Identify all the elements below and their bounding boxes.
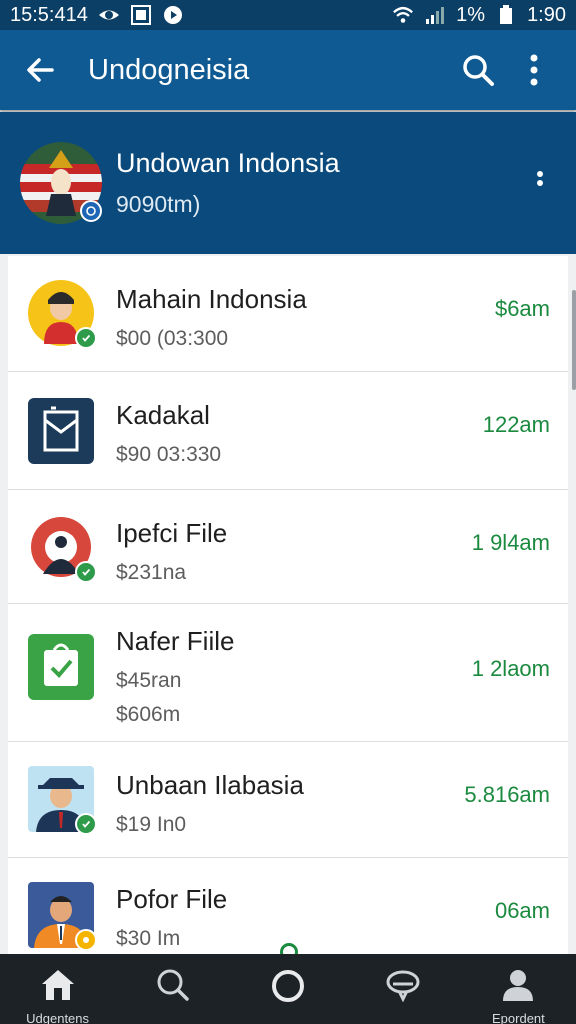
back-button[interactable] xyxy=(14,44,66,96)
more-vert-icon xyxy=(530,54,538,86)
item-title: Ipefci File xyxy=(116,518,228,548)
app-title: Undogneisia xyxy=(88,53,250,86)
star-badge-icon xyxy=(75,929,97,951)
list-item[interactable]: Kadakal $90 03:330 122am xyxy=(8,372,568,490)
chat-bubble-icon xyxy=(386,970,420,1002)
lifebuoy-icon xyxy=(28,514,97,583)
list-item[interactable]: Pofor File $30 Im 06am xyxy=(8,858,568,956)
item-title: Kadakal xyxy=(116,400,210,430)
item-title: Mahain Indonsia xyxy=(116,284,307,314)
nav-chat[interactable] xyxy=(346,954,461,1024)
item-meta: $45ran xyxy=(116,669,182,692)
nav-home-label: Udgentens xyxy=(26,1011,90,1024)
item-title: Pofor File xyxy=(116,884,228,914)
check-badge-icon xyxy=(75,813,97,835)
list-item[interactable]: Mahain Indonsia $00 (03:300 $6am xyxy=(8,256,568,372)
overflow-menu-button[interactable] xyxy=(506,44,562,96)
item-time: 122am xyxy=(482,412,550,437)
shopping-bag-icon xyxy=(28,634,94,700)
search-icon xyxy=(463,55,494,86)
person-icon xyxy=(503,970,534,1001)
search-button[interactable] xyxy=(450,44,506,96)
item-time: 5.816am xyxy=(464,782,550,807)
item-meta: $30 Im xyxy=(116,927,181,950)
notification-play-icon xyxy=(162,5,184,25)
wifi-icon xyxy=(392,5,414,25)
document-app-icon xyxy=(28,398,94,464)
profile-more-button[interactable] xyxy=(520,158,560,208)
arrow-back-icon xyxy=(27,58,54,82)
item-title: Unbaan Ilabasia xyxy=(116,770,304,800)
item-time: 1 2laom xyxy=(471,656,550,681)
more-vert-icon xyxy=(537,171,543,186)
signal-icon xyxy=(424,5,446,25)
item-meta: $19 In0 xyxy=(116,813,187,836)
list-item[interactable]: Nafer Fiile $45ran $606m 1 2laom xyxy=(8,604,568,742)
list-item[interactable]: Ipefci File $231na 1 9l4am xyxy=(8,490,568,604)
person-suit-icon xyxy=(28,882,97,951)
person-avatar-icon xyxy=(28,280,97,349)
search-icon xyxy=(157,969,189,1001)
nav-home[interactable]: Udgentens xyxy=(0,954,115,1024)
check-badge-icon xyxy=(75,561,97,583)
notification-gallery-icon xyxy=(130,5,152,25)
person-hat-icon xyxy=(28,766,97,835)
profile-subtitle: 9090tm) xyxy=(116,191,201,217)
status-time-left: 15:5:414 xyxy=(10,3,88,26)
app-bar: Undogneisia xyxy=(0,30,576,110)
nav-search[interactable] xyxy=(115,954,230,1024)
avatar[interactable] xyxy=(20,142,102,224)
item-title: Nafer Fiile xyxy=(116,626,235,656)
item-meta: $00 (03:300 xyxy=(116,327,229,350)
file-list: Mahain Indonsia $00 (03:300 $6am Kadakal… xyxy=(8,256,568,956)
item-meta-secondary: $606m xyxy=(116,703,181,726)
bottom-navigation: Udgentens Epordent xyxy=(0,954,576,1024)
list-item[interactable]: Unbaan Ilabasia $19 In0 5.816am xyxy=(8,742,568,858)
item-time: 1 9l4am xyxy=(471,530,550,555)
nav-circle[interactable] xyxy=(230,954,345,1024)
item-time: 06am xyxy=(494,898,550,923)
nav-profile-label: Epordent xyxy=(492,1011,545,1024)
scrollbar[interactable] xyxy=(572,290,576,390)
status-bar: 15:5:414 1% 1:90 xyxy=(0,0,576,30)
battery-icon xyxy=(495,5,517,25)
item-meta: $90 03:330 xyxy=(116,443,222,466)
verified-badge-icon xyxy=(80,200,102,222)
home-icon xyxy=(41,970,74,1000)
circle-icon xyxy=(272,970,304,1002)
profile-header[interactable]: Undowan Indonsia 9090tm) xyxy=(0,112,576,254)
profile-name: Undowan Indonsia xyxy=(116,148,340,178)
status-time-right: 1:90 xyxy=(527,3,566,26)
check-badge-icon xyxy=(75,327,97,349)
item-meta: $231na xyxy=(116,561,187,584)
battery-percent: 1% xyxy=(456,3,486,26)
item-time: $6am xyxy=(494,296,550,321)
nav-profile[interactable]: Epordent xyxy=(461,954,576,1024)
notification-eye-icon xyxy=(98,5,120,25)
